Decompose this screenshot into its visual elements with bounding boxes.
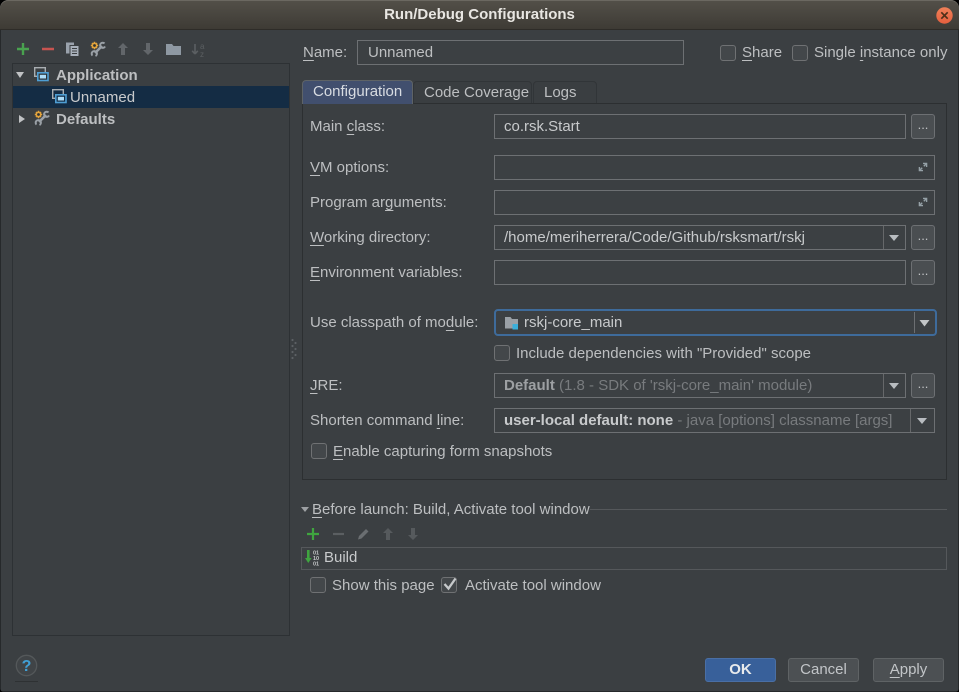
svg-text:01: 01 [313,562,319,567]
svg-text:z: z [200,50,204,58]
svg-text:?: ? [22,658,32,675]
